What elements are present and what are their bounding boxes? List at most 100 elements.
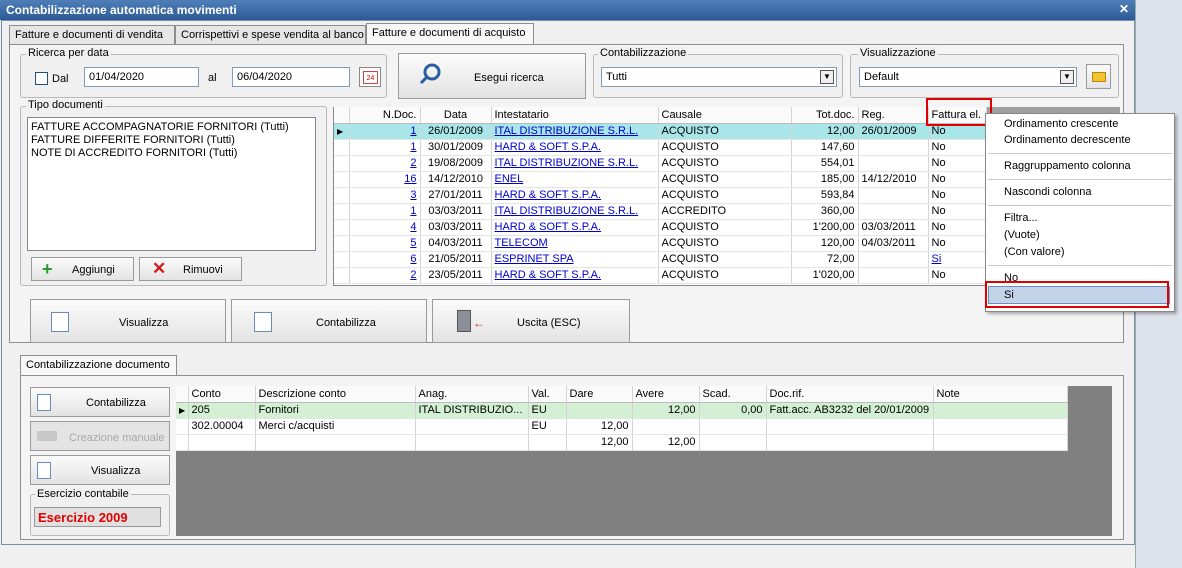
remove-button[interactable]: ✕ Rimuovi bbox=[139, 257, 242, 281]
column-header-ndoc[interactable]: N.Doc. bbox=[349, 107, 421, 124]
table-row[interactable]: 1 03/03/2011 ITAL DISTRIBUZIONE S.R.L. ACCR… bbox=[334, 203, 987, 220]
tipo-documenti-list[interactable]: FATTURE ACCOMPAGNATORIE FORNITORI (Tutti… bbox=[27, 117, 316, 251]
column-header-scad[interactable]: Scad. bbox=[699, 386, 767, 403]
table-row[interactable]: 4 03/03/2011 HARD & SOFT S.P.A. ACQUISTO 1'2… bbox=[334, 219, 987, 236]
cell-ndoc[interactable]: 1 bbox=[349, 139, 421, 156]
table-row[interactable]: ▶ 205 Fornitori ITAL DISTRIBUZIO... EU 12,00 0… bbox=[176, 402, 1068, 419]
exit-door-icon bbox=[457, 310, 471, 332]
list-item[interactable]: FATTURE DIFFERITE FORNITORI (Tutti) bbox=[31, 134, 312, 147]
cell-ndoc[interactable]: 1 bbox=[349, 203, 421, 220]
cell-causale: ACQUISTO bbox=[658, 219, 792, 236]
tab-acquisto[interactable]: Fatture e documenti di acquisto bbox=[366, 23, 534, 45]
column-header-reg[interactable]: Reg. bbox=[858, 107, 929, 124]
column-header-anag[interactable]: Anag. bbox=[415, 386, 529, 403]
list-item[interactable]: NOTE DI ACCREDITO FORNITORI (Tutti) bbox=[31, 147, 312, 160]
cell-ndoc[interactable]: 1 bbox=[349, 123, 421, 140]
cell-intestatario[interactable]: ITAL DISTRIBUZIONE S.R.L. bbox=[491, 155, 659, 172]
cell-intestatario[interactable]: ESPRINET SPA bbox=[491, 251, 659, 268]
table-row[interactable]: 5 04/03/2011 TELECOM ACQUISTO 120,00 04/03/20… bbox=[334, 235, 987, 252]
visualizzazione-select[interactable]: Default ▼ bbox=[859, 67, 1077, 87]
add-button[interactable]: + Aggiungi bbox=[31, 257, 134, 281]
chevron-down-icon[interactable]: ▼ bbox=[820, 70, 834, 84]
table-row[interactable]: 12,00 12,00 bbox=[176, 434, 1068, 451]
menu-item-filter[interactable]: Filtra... bbox=[1004, 212, 1038, 224]
tab-vendita[interactable]: Fatture e documenti di vendita bbox=[9, 25, 175, 45]
folder-button[interactable] bbox=[1086, 64, 1111, 89]
cell-ndoc[interactable]: 3 bbox=[349, 187, 421, 204]
creazione-manuale-button[interactable]: Creazione manuale bbox=[30, 421, 170, 451]
menu-item-empty[interactable]: (Vuote) bbox=[1004, 229, 1040, 241]
cell-fattura-el: No bbox=[928, 171, 987, 188]
cell-fattura-el: No bbox=[928, 235, 987, 252]
close-icon[interactable]: ✕ bbox=[1119, 2, 1129, 16]
menu-item-sort-asc[interactable]: Ordinamento crescente bbox=[1004, 118, 1118, 130]
table-row[interactable]: 2 19/08/2009 ITAL DISTRIBUZIONE S.R.L. ACQU… bbox=[334, 155, 987, 172]
column-header-conto[interactable]: Conto bbox=[188, 386, 256, 403]
cell-ndoc[interactable]: 16 bbox=[349, 171, 421, 188]
cell-ndoc[interactable]: 6 bbox=[349, 251, 421, 268]
column-header-note[interactable]: Note bbox=[933, 386, 1068, 403]
column-header-descrizione[interactable]: Descrizione conto bbox=[255, 386, 416, 403]
column-header-avere[interactable]: Avere bbox=[632, 386, 700, 403]
cell-totdoc: 147,60 bbox=[791, 139, 859, 156]
list-item[interactable]: FATTURE ACCOMPAGNATORIE FORNITORI (Tutti… bbox=[31, 121, 312, 134]
exit-button[interactable]: ← Uscita (ESC) bbox=[432, 299, 630, 343]
doc-contabilizza-button[interactable]: Contabilizza bbox=[30, 387, 170, 417]
column-header-totdoc[interactable]: Tot.doc. bbox=[791, 107, 859, 124]
row-indicator bbox=[176, 418, 189, 435]
table-row[interactable]: 16 14/12/2010 ENEL ACQUISTO 185,00 14/12/2010… bbox=[334, 171, 987, 188]
movements-table: Conto Descrizione conto Anag. Val. Dare … bbox=[176, 386, 1068, 451]
cell-totdoc: 593,84 bbox=[791, 187, 859, 204]
tab-corrispettivi[interactable]: Corrispettivi e spese vendita al banco bbox=[175, 25, 366, 45]
from-date-input[interactable]: 01/04/2020 bbox=[84, 67, 199, 87]
cell-ndoc[interactable]: 2 bbox=[349, 155, 421, 172]
cell-fattura-el[interactable]: Si bbox=[928, 251, 987, 268]
cell-intestatario[interactable]: ENEL bbox=[491, 171, 659, 188]
menu-item-with-value[interactable]: (Con valore) bbox=[1004, 246, 1065, 258]
cell-intestatario[interactable]: HARD & SOFT S.P.A. bbox=[491, 139, 659, 156]
table-row[interactable]: ▶ 1 26/01/2009 ITAL DISTRIBUZIONE S.R.L. ACQ… bbox=[334, 123, 987, 140]
cell-intestatario[interactable]: HARD & SOFT S.P.A. bbox=[491, 187, 659, 204]
column-header-data[interactable]: Data bbox=[420, 107, 492, 124]
column-header-docrif[interactable]: Doc.rif. bbox=[766, 386, 934, 403]
cell-ndoc[interactable]: 5 bbox=[349, 235, 421, 252]
menu-item-group-column[interactable]: Raggruppamento colonna bbox=[1004, 160, 1131, 172]
contabilizzazione-select[interactable]: Tutti ▼ bbox=[601, 67, 837, 87]
cell-intestatario[interactable]: TELECOM bbox=[491, 235, 659, 252]
remove-button-label: Rimuovi bbox=[183, 264, 223, 276]
search-button[interactable]: Esegui ricerca bbox=[398, 53, 586, 99]
cell-intestatario[interactable]: HARD & SOFT S.P.A. bbox=[491, 267, 659, 284]
menu-item-sort-desc[interactable]: Ordinamento decrescente bbox=[1004, 134, 1131, 146]
contabilizza-button[interactable]: Contabilizza bbox=[231, 299, 427, 343]
cell-intestatario[interactable]: ITAL DISTRIBUZIONE S.R.L. bbox=[491, 203, 659, 220]
table-row[interactable]: 302.00004 Merci c/acquisti EU 12,00 bbox=[176, 418, 1068, 435]
cell-ndoc[interactable]: 4 bbox=[349, 219, 421, 236]
visualizza-button[interactable]: Visualizza bbox=[30, 299, 226, 343]
doc-visualizza-button[interactable]: Visualizza bbox=[30, 455, 170, 485]
column-header-dare[interactable]: Dare bbox=[566, 386, 633, 403]
cell-reg bbox=[858, 187, 929, 204]
column-header-intestatario[interactable]: Intestatario bbox=[491, 107, 659, 124]
cell-intestatario[interactable]: ITAL DISTRIBUZIONE S.R.L. bbox=[491, 123, 659, 140]
tab-contabilizzazione-documento[interactable]: Contabilizzazione documento bbox=[20, 355, 177, 376]
cell-reg: 04/03/2011 bbox=[858, 235, 929, 252]
cell-ndoc[interactable]: 2 bbox=[349, 267, 421, 284]
cell-val bbox=[528, 434, 567, 451]
table-row[interactable]: 6 21/05/2011 ESPRINET SPA ACQUISTO 72,00 Si bbox=[334, 251, 987, 268]
dal-checkbox[interactable] bbox=[35, 72, 48, 85]
folder-icon bbox=[1091, 71, 1106, 82]
cell-docrif bbox=[766, 418, 934, 435]
chevron-down-icon[interactable]: ▼ bbox=[1060, 70, 1074, 84]
plus-icon: + bbox=[42, 259, 53, 279]
column-header-val[interactable]: Val. bbox=[528, 386, 567, 403]
table-row[interactable]: 1 30/01/2009 HARD & SOFT S.P.A. ACQUISTO 147… bbox=[334, 139, 987, 156]
table-row[interactable]: 2 23/05/2011 HARD & SOFT S.P.A. ACQUISTO 1'0… bbox=[334, 267, 987, 284]
to-date-input[interactable]: 06/04/2020 bbox=[232, 67, 350, 87]
calendar-button[interactable]: 24 bbox=[359, 67, 381, 87]
cell-intestatario[interactable]: HARD & SOFT S.P.A. bbox=[491, 219, 659, 236]
menu-item-hide-column[interactable]: Nascondi colonna bbox=[1004, 186, 1091, 198]
column-header-causale[interactable]: Causale bbox=[658, 107, 792, 124]
tab-label: Fatture e documenti di acquisto bbox=[372, 27, 526, 39]
cell-causale: ACQUISTO bbox=[658, 267, 792, 284]
table-row[interactable]: 3 27/01/2011 HARD & SOFT S.P.A. ACQUISTO 593… bbox=[334, 187, 987, 204]
